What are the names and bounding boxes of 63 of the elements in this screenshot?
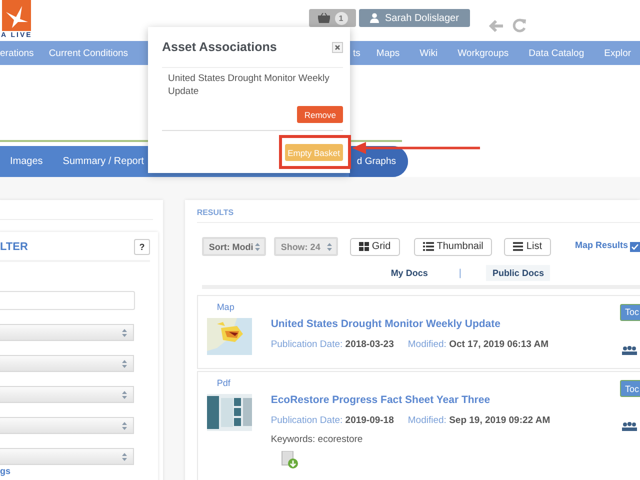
toc-button[interactable]: Toc [620,380,640,398]
publication-date: Publication Date: 2018-03-23 [270,338,394,350]
nav-link[interactable]: Current Conditions [48,48,128,58]
nav-link[interactable]: ts [353,48,360,58]
download-document-icon[interactable] [280,451,299,470]
result-title-link[interactable]: EcoRestore Progress Fact Sheet Year Three [270,394,620,406]
menu-icon [513,242,524,251]
modified-date: Modified: Sep 19, 2019 09:22 AM [408,415,550,426]
page-size-select[interactable]: Show: 24 [274,237,338,256]
view-button[interactable]: Grid [350,238,400,256]
group-icon [622,346,637,355]
updown-icon [122,360,127,368]
select-field[interactable] [0,324,134,341]
result-title-link[interactable]: United States Drought Monitor Weekly Update [270,318,620,330]
remove-button[interactable]: Remove [297,106,343,123]
updown-icon [122,390,127,398]
docs-tab[interactable]: My Docs [384,265,434,281]
updown-icon [254,242,260,250]
grid-icon [358,242,369,251]
list-icon [422,242,434,251]
type-label: Pdf [216,378,232,388]
keywords: Keywords: ecorestore [270,434,364,446]
basket-button[interactable]: 1 [309,9,356,27]
dialog-title: Asset Associations [162,40,277,54]
separator: | [458,268,462,278]
nav-link[interactable]: Workgroups [458,48,509,58]
refresh-icon[interactable] [512,18,527,33]
help-button[interactable]: ? [134,239,150,255]
toc-button[interactable]: Toc [620,304,640,321]
checkbox[interactable] [630,242,640,252]
updown-icon [122,328,127,336]
tab[interactable]: Images [0,146,53,177]
modified-date: Modified: Oct 17, 2019 06:13 AM [408,338,549,350]
map-results-label: Map Results [574,240,628,250]
results-title: RESULTS [196,200,640,223]
updown-icon [122,452,127,460]
nav-link[interactable]: erations [0,48,34,58]
basket-count: 1 [334,12,348,24]
filter-title: LTER [0,241,28,253]
select-field[interactable] [0,386,134,403]
select-field[interactable] [0,448,134,465]
docs-tab[interactable]: Public Docs [486,265,550,281]
sort-select[interactable]: Sort: Modi [202,237,266,256]
asset-name: United States Drought Monitor Weekly Update [167,72,330,98]
close-icon[interactable] [332,42,343,52]
view-button[interactable]: Thumbnail [414,238,492,256]
select-field[interactable] [0,355,134,372]
nav-link[interactable]: Wiki [420,48,438,58]
text-field[interactable] [0,291,135,310]
back-arrow-icon[interactable] [488,19,504,33]
nav-link[interactable]: Explor [604,48,632,58]
updown-icon [326,242,332,250]
select-field[interactable] [0,417,134,434]
filter-link[interactable]: gs [0,466,158,476]
updown-icon [122,422,127,430]
publication-date: Publication Date: 2019-09-18 [270,415,394,426]
user-button[interactable]: Sarah Dolislager [359,9,470,27]
basket-icon [318,13,330,23]
group-icon [622,422,637,432]
person-icon [370,13,379,23]
view-button[interactable]: List [504,238,551,256]
nav-link[interactable]: Data Catalog [528,48,584,58]
nav-link[interactable]: Maps [376,48,400,58]
